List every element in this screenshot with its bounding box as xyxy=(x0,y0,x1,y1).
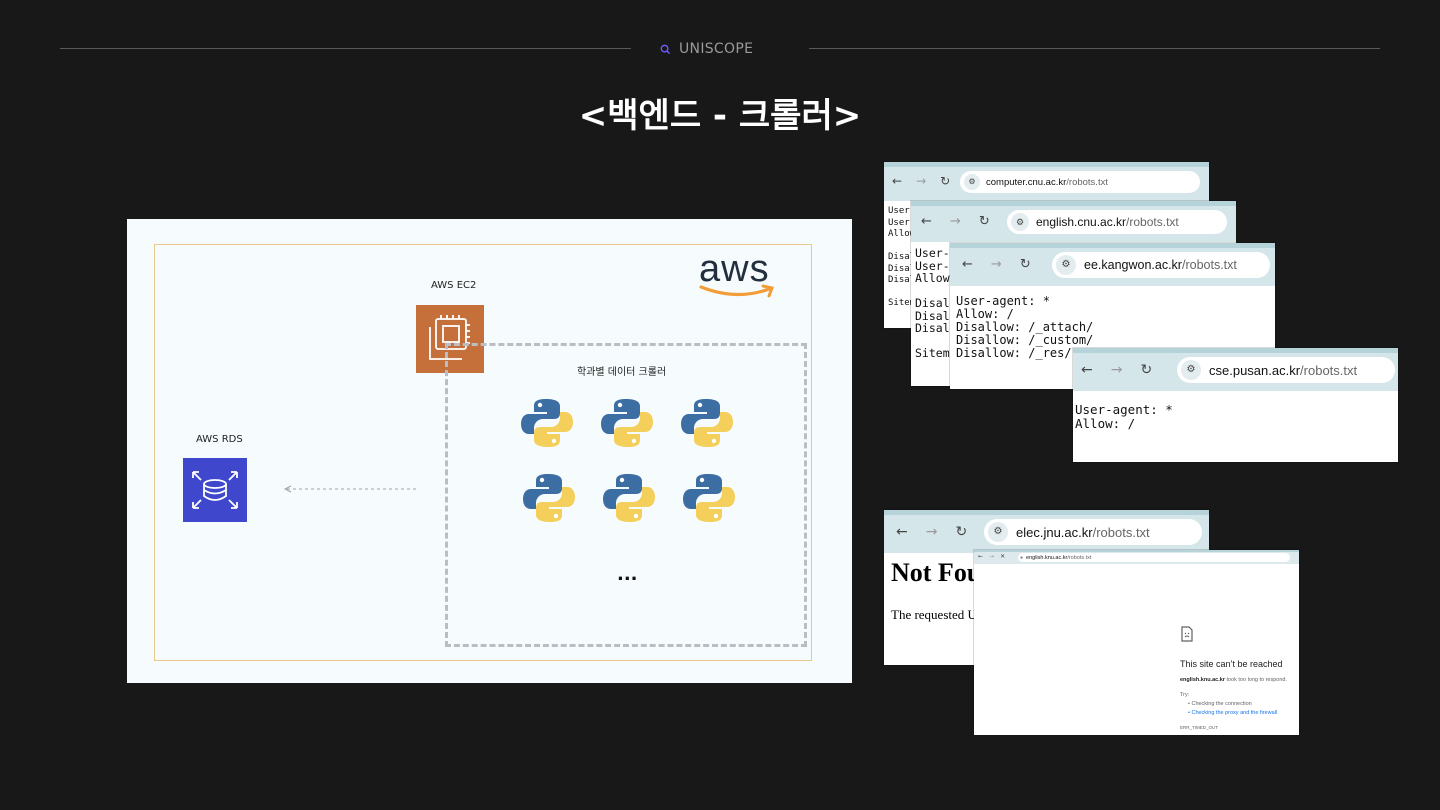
reload-icon[interactable]: ↻ xyxy=(1020,257,1031,272)
reload-icon[interactable]: ↻ xyxy=(1140,362,1152,378)
try-label: Try: xyxy=(1180,692,1190,698)
python-icon xyxy=(681,399,733,447)
suggestion-item: • Checking the connection xyxy=(1188,701,1252,707)
nav-controls[interactable]: ← → ↻ xyxy=(896,524,967,540)
forward-icon[interactable]: → xyxy=(916,174,926,188)
header-rule-left xyxy=(60,48,631,49)
crawler-label: 학과별 데이터 크롤러 xyxy=(577,367,667,378)
database-icon xyxy=(192,471,238,509)
suggestion-text: Checking the connection xyxy=(1191,701,1252,707)
back-icon[interactable]: ← xyxy=(892,174,902,188)
browser-window-english-knu: ← → ✕ ● english.knu.ac.kr/robots.txt This … xyxy=(974,550,1299,735)
url-path: /robots.txt xyxy=(1181,258,1237,272)
brand-name: UNISCOPE xyxy=(679,41,754,57)
not-found-heading: Not Fou xyxy=(891,558,982,587)
python-icon xyxy=(521,399,573,447)
aws-logo: aws xyxy=(699,249,779,305)
ec2-label: AWS EC2 xyxy=(431,280,477,291)
browser-toolbar: ← → ↻ ⚙ english.cnu.ac.kr/robots.txt xyxy=(911,201,1236,242)
reload-icon[interactable]: ↻ xyxy=(940,174,950,188)
address-bar[interactable]: ⚙ elec.jnu.ac.kr/robots.txt xyxy=(984,519,1202,545)
page-title: <백엔드 - 크롤러> xyxy=(578,96,862,136)
search-icon xyxy=(660,44,671,54)
back-icon[interactable]: ← xyxy=(962,257,973,272)
python-icon xyxy=(523,474,575,522)
more-crawlers-ellipsis: ... xyxy=(617,564,638,585)
aws-smile-icon xyxy=(699,284,775,298)
close-icon[interactable]: ✕ xyxy=(1000,553,1005,560)
browser-toolbar: ← → ↻ ⚙ ee.kangwon.ac.kr/robots.txt xyxy=(950,243,1275,286)
forward-icon[interactable]: → xyxy=(989,553,994,560)
back-icon[interactable]: ← xyxy=(896,524,908,540)
url-host: elec.jnu.ac.kr xyxy=(1016,524,1093,540)
address-bar[interactable]: ● english.knu.ac.kr/robots.txt xyxy=(1018,553,1290,562)
browser-toolbar: ← → ↻ ⚙ elec.jnu.ac.kr/robots.txt xyxy=(884,510,1209,553)
browser-toolbar: ← → ✕ ● english.knu.ac.kr/robots.txt xyxy=(974,550,1299,564)
url-host: ee.kangwon.ac.kr xyxy=(1084,258,1182,272)
not-found-message: The requested U xyxy=(891,607,977,622)
nav-controls[interactable]: ← → ↻ xyxy=(921,214,990,229)
back-icon[interactable]: ← xyxy=(978,553,983,560)
browser-toolbar: ← → ↻ ⚙ computer.cnu.ac.kr/robots.txt xyxy=(884,162,1209,201)
suggestion-link[interactable]: • Checking the proxy and the firewall xyxy=(1188,710,1277,716)
brand: UNISCOPE xyxy=(660,40,753,58)
python-icon xyxy=(603,474,655,522)
url-path: /robots.txt xyxy=(1300,362,1358,378)
url-path: /robots.txt xyxy=(1066,176,1108,188)
python-icon xyxy=(683,474,735,522)
robots-txt-content: User-agent: * Allow: / xyxy=(1075,402,1173,431)
nav-controls[interactable]: ← → ↻ xyxy=(892,174,950,188)
address-bar[interactable]: ⚙ cse.pusan.ac.kr/robots.txt xyxy=(1177,357,1395,383)
forward-icon[interactable]: → xyxy=(926,524,938,540)
browser-toolbar: ← → ↻ ⚙ cse.pusan.ac.kr/robots.txt xyxy=(1073,348,1398,391)
site-info-icon[interactable]: ⚙ xyxy=(988,522,1008,542)
error-code: ERR_TIMED_OUT xyxy=(1180,725,1219,730)
reload-icon[interactable]: ↻ xyxy=(979,214,990,229)
url-host: english.knu.ac.kr xyxy=(1026,554,1068,561)
forward-icon[interactable]: → xyxy=(950,214,961,229)
header-rule-right xyxy=(809,48,1380,49)
rds-label: AWS RDS xyxy=(196,434,243,445)
forward-icon[interactable]: → xyxy=(991,257,1002,272)
url-path: /robots.txt xyxy=(1092,524,1150,540)
url-host: cse.pusan.ac.kr xyxy=(1209,362,1301,378)
error-text: took too long to respond. xyxy=(1224,677,1288,683)
back-icon[interactable]: ← xyxy=(1081,362,1093,378)
browser-window-cse-pusan: ← → ↻ ⚙ cse.pusan.ac.kr/robots.txt User-ag… xyxy=(1073,348,1398,462)
architecture-diagram: aws AWS EC2 AWS RDS 학과별 데이터 크롤러 ... xyxy=(127,219,852,683)
error-message: english.knu.ac.kr took too long to respo… xyxy=(1180,677,1287,683)
url-host: english.cnu.ac.kr xyxy=(1036,215,1127,229)
error-host: english.knu.ac.kr xyxy=(1180,677,1225,683)
nav-controls[interactable]: ← → ↻ xyxy=(962,257,1031,272)
url-host: computer.cnu.ac.kr xyxy=(986,176,1067,188)
nav-controls[interactable]: ← → ✕ xyxy=(978,553,1005,560)
url-path: /robots.txt xyxy=(1126,215,1179,229)
site-info-icon[interactable]: ⚙ xyxy=(1181,360,1201,380)
rds-box xyxy=(183,458,247,522)
address-bar[interactable]: ⚙ computer.cnu.ac.kr/robots.txt xyxy=(960,171,1200,193)
data-flow-arrow xyxy=(283,485,419,493)
address-bar[interactable]: ⚙ english.cnu.ac.kr/robots.txt xyxy=(1007,210,1227,234)
url-path: /robots.txt xyxy=(1067,554,1092,561)
site-info-icon[interactable]: ⚙ xyxy=(1011,213,1029,231)
error-title: This site can’t be reached xyxy=(1180,659,1283,669)
back-icon[interactable]: ← xyxy=(921,214,932,229)
site-info-icon[interactable]: ⚙ xyxy=(964,174,980,190)
site-info-icon[interactable]: ● xyxy=(1020,555,1023,561)
sad-document-icon xyxy=(1181,626,1193,642)
forward-icon[interactable]: → xyxy=(1111,362,1123,378)
site-info-icon[interactable]: ⚙ xyxy=(1056,255,1076,275)
address-bar[interactable]: ⚙ ee.kangwon.ac.kr/robots.txt xyxy=(1052,252,1270,278)
nav-controls[interactable]: ← → ↻ xyxy=(1081,362,1152,378)
python-icon xyxy=(601,399,653,447)
suggestion-link-text[interactable]: Checking the proxy and the firewall xyxy=(1191,710,1277,716)
reload-icon[interactable]: ↻ xyxy=(955,524,967,540)
